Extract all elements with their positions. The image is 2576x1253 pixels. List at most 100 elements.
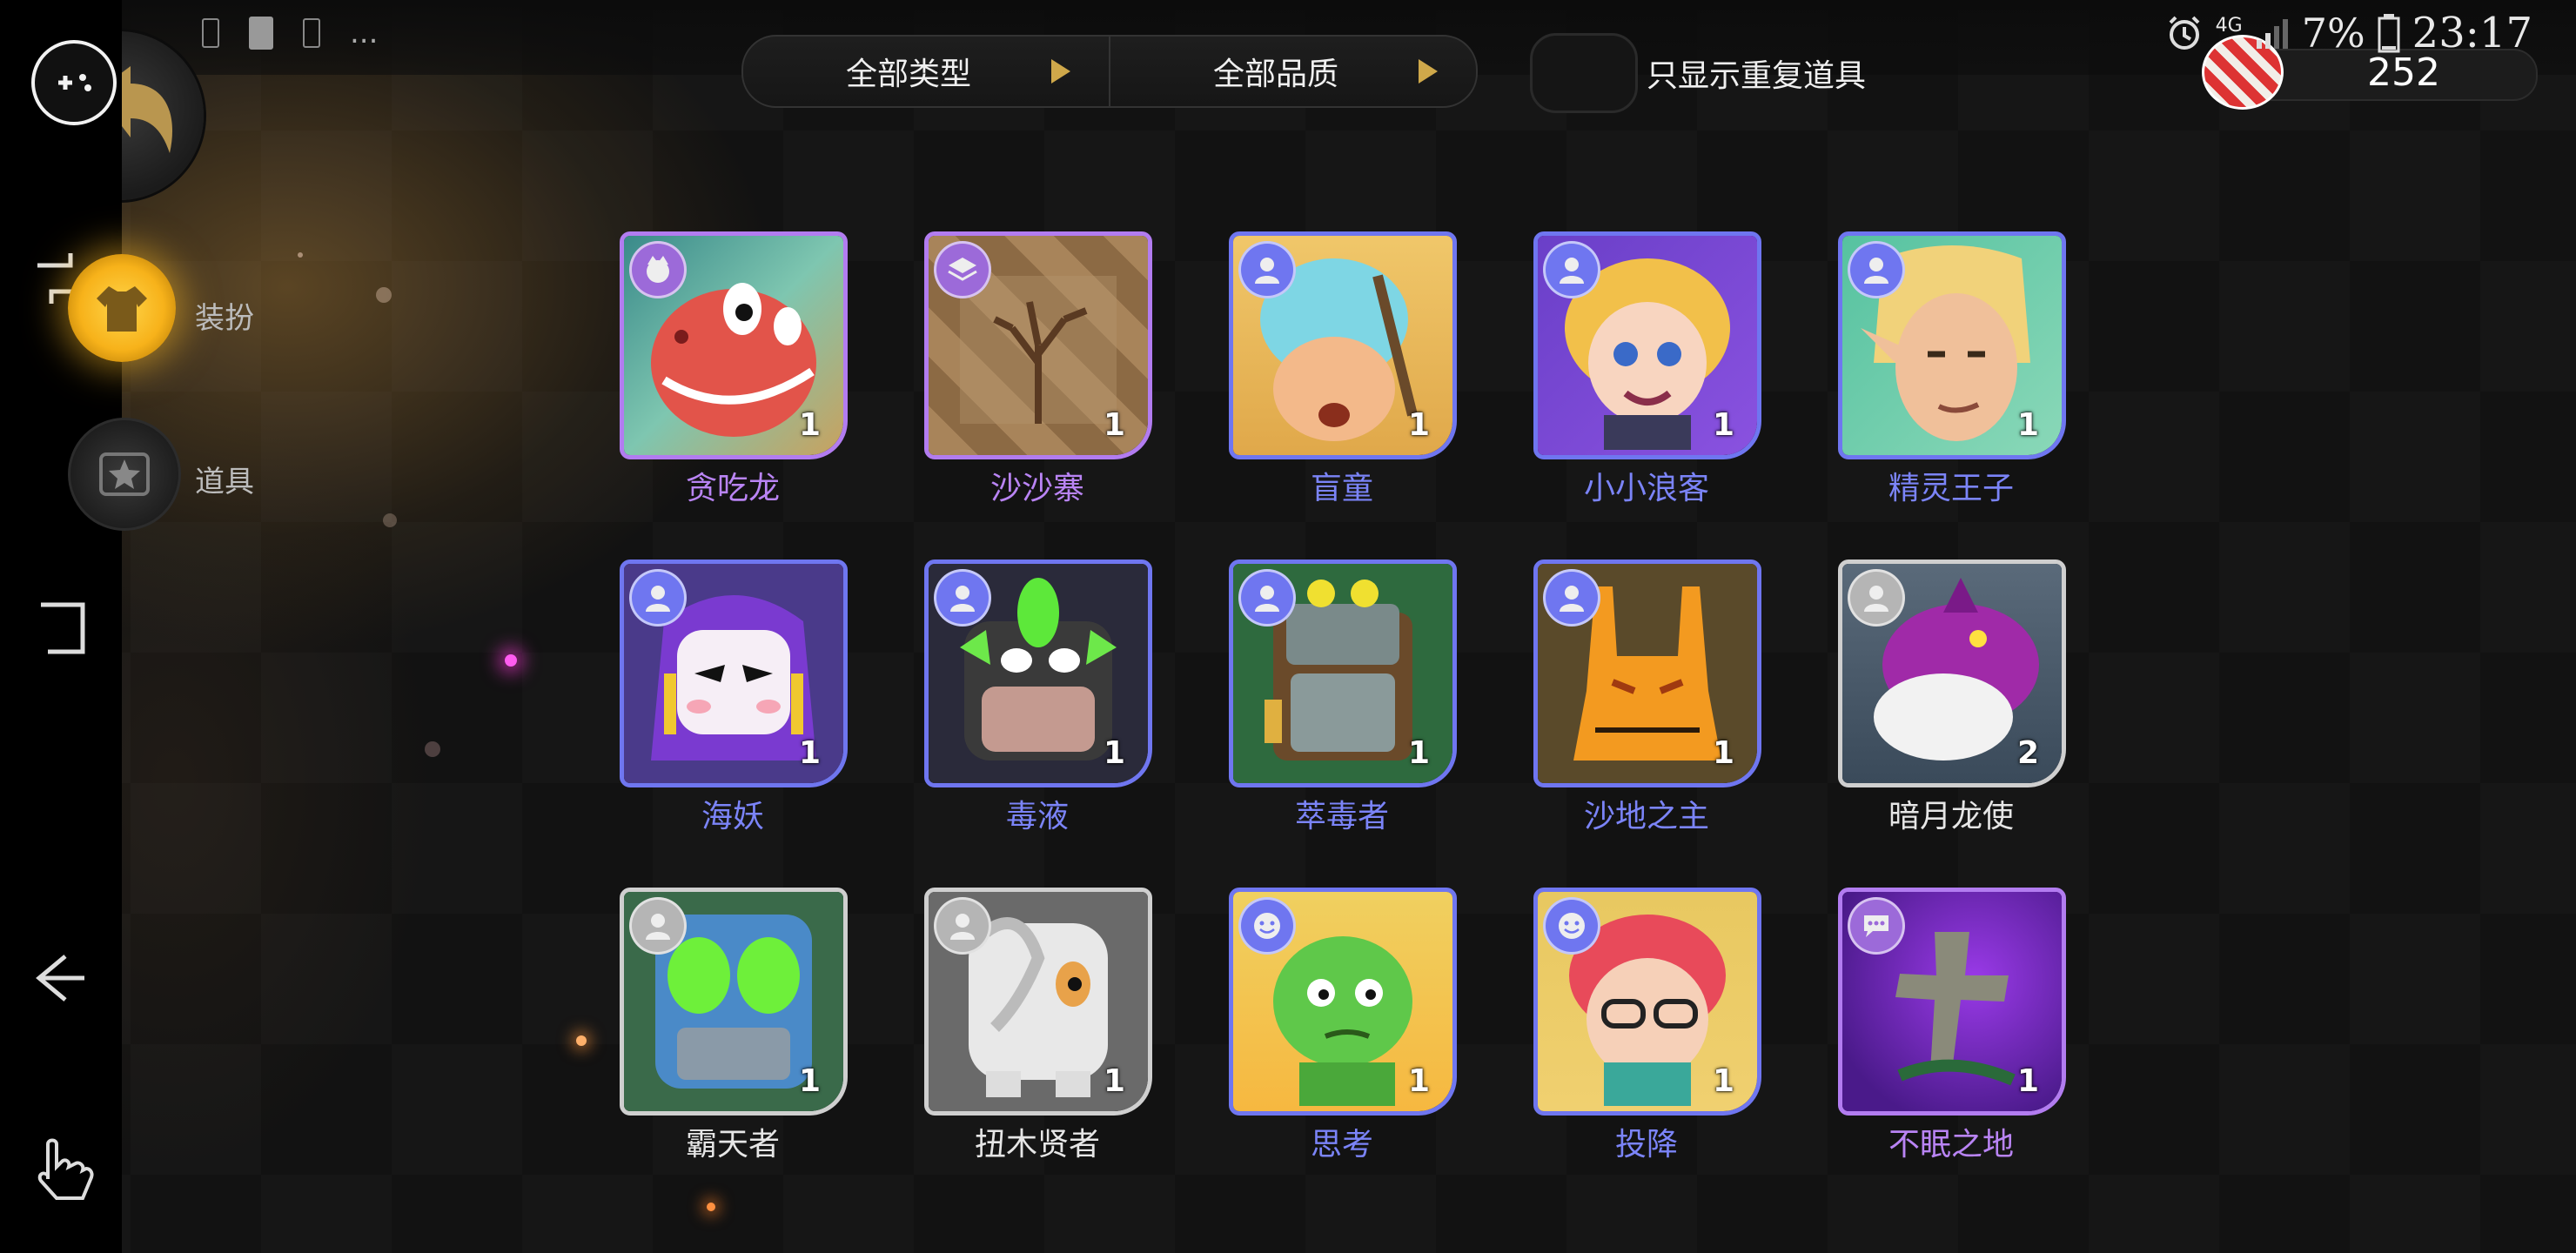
person-silhouette-icon — [1864, 258, 1888, 284]
item-card[interactable]: 1 霸天者 — [620, 888, 848, 1166]
item-frame: 1 — [620, 559, 848, 787]
item-card[interactable]: 1 投降 — [1533, 888, 1761, 1166]
network-type: 4G — [2215, 14, 2243, 37]
chat-icon — [1848, 897, 1905, 955]
item-frame: 1 — [1229, 559, 1457, 787]
item-card[interactable]: 1 萃毒者 — [1229, 559, 1457, 838]
smiley-face-icon — [1254, 913, 1280, 939]
item-count: 2 — [2016, 735, 2039, 771]
quality-filter-button[interactable]: 全部品质 — [1109, 37, 1476, 106]
item-card[interactable]: 1 海妖 — [620, 559, 848, 838]
status-icons-right: 4G 7% 23:17 — [2165, 9, 2532, 57]
person-icon — [1238, 241, 1296, 298]
item-card[interactable]: 1 小小浪客 — [1533, 231, 1761, 510]
item-card[interactable]: 1 扭木贤者 — [924, 888, 1152, 1166]
board-icon — [934, 241, 991, 298]
home-square-icon — [41, 602, 85, 654]
sidebar-tab-outfit[interactable]: 装扮 — [68, 254, 416, 367]
sparkle — [576, 1035, 587, 1046]
item-card[interactable]: 1 沙沙寨 — [924, 231, 1152, 510]
outfit-shirt-icon — [97, 286, 147, 332]
item-name: 毒液 — [1005, 799, 1069, 834]
item-card[interactable]: 1 精灵王子 — [1838, 231, 2066, 510]
item-count: 1 — [798, 1063, 821, 1099]
item-frame: 2 — [1838, 559, 2066, 787]
item-frame: 1 — [1229, 888, 1457, 1116]
home-button[interactable] — [0, 576, 122, 680]
system-nav-bar — [0, 0, 122, 1253]
item-name: 盲童 — [1310, 471, 1373, 506]
item-name: 贪吃龙 — [685, 471, 780, 506]
item-name: 投降 — [1614, 1127, 1678, 1163]
item-frame: 1 — [1838, 888, 2066, 1116]
item-frame: 1 — [1533, 231, 1761, 459]
play-arrow-icon — [1419, 59, 1438, 84]
item-card[interactable]: 1 思考 — [1229, 888, 1457, 1166]
person-icon — [1848, 569, 1905, 626]
gamepad-icon — [58, 74, 91, 91]
item-count: 1 — [1407, 735, 1430, 771]
clock: 23:17 — [2412, 9, 2532, 57]
sidebar-tab-items[interactable]: 道具 — [68, 418, 416, 531]
item-star-icon — [68, 418, 181, 531]
person-silhouette-icon — [1560, 586, 1584, 612]
item-count: 1 — [1103, 407, 1125, 443]
sidebar-tab-label: 道具 — [195, 465, 254, 499]
touch-assist-button[interactable] — [0, 1114, 122, 1218]
item-frame: 1 — [1533, 559, 1761, 787]
item-card[interactable]: 1 不眠之地 — [1838, 888, 2066, 1166]
item-count: 1 — [2016, 407, 2039, 443]
item-count: 1 — [798, 407, 821, 443]
person-silhouette-icon — [646, 586, 670, 612]
game-assistant-button[interactable] — [31, 40, 117, 125]
person-silhouette-icon — [1560, 258, 1584, 284]
item-count: 1 — [2016, 1063, 2039, 1099]
person-icon — [934, 897, 991, 955]
item-name: 暗月龙使 — [1888, 799, 2014, 834]
duplicate-toggle-row: 只显示重复道具 — [1530, 33, 1866, 113]
smiley-face-icon — [1559, 913, 1585, 939]
touch-hand-icon — [37, 1138, 94, 1200]
item-name: 思考 — [1310, 1127, 1373, 1163]
item-count: 1 — [1712, 407, 1734, 443]
item-card[interactable]: 1 毒液 — [924, 559, 1152, 838]
play-arrow-icon — [1051, 59, 1070, 84]
signal-icon — [2256, 19, 2288, 49]
person-silhouette-icon — [950, 586, 975, 612]
item-frame: 1 — [924, 888, 1152, 1116]
layers-icon — [948, 258, 977, 281]
type-filter-label: 全部类型 — [845, 57, 971, 92]
duplicate-toggle[interactable] — [1530, 33, 1638, 113]
sparkle — [505, 654, 517, 667]
back-chevron-icon — [36, 955, 84, 1002]
emote-icon — [1543, 897, 1600, 955]
item-count: 1 — [1407, 1063, 1430, 1099]
person-icon — [629, 569, 687, 626]
item-card[interactable]: 2 暗月龙使 — [1838, 559, 2066, 838]
status-icons-left: ... — [202, 16, 378, 50]
item-name: 精灵王子 — [1888, 471, 2014, 506]
item-frame: 1 — [924, 559, 1152, 787]
item-name: 霸天者 — [685, 1127, 780, 1163]
outfit-icon — [68, 254, 176, 362]
sidebar-tab-label: 装扮 — [195, 301, 254, 336]
item-card[interactable]: 1 盲童 — [1229, 231, 1457, 510]
notification-icon — [202, 18, 219, 48]
system-back-button[interactable] — [0, 926, 122, 1030]
person-icon — [1238, 569, 1296, 626]
emote-icon — [1238, 897, 1296, 955]
speech-bubble-icon — [1864, 915, 1888, 937]
person-icon — [1848, 241, 1905, 298]
notification-icon — [303, 18, 320, 48]
alarm-icon — [2169, 16, 2200, 50]
avatar-face-icon — [647, 256, 669, 283]
item-card[interactable]: 1 贪吃龙 — [620, 231, 848, 510]
person-silhouette-icon — [1864, 586, 1888, 612]
item-frame: 1 — [924, 231, 1152, 459]
item-frame: 1 — [1838, 231, 2066, 459]
item-card[interactable]: 1 沙地之主 — [1533, 559, 1761, 838]
avatar-icon — [629, 241, 687, 298]
duplicate-toggle-label: 只显示重复道具 — [1647, 58, 1867, 94]
person-icon — [934, 569, 991, 626]
type-filter-button[interactable]: 全部类型 — [743, 37, 1109, 106]
